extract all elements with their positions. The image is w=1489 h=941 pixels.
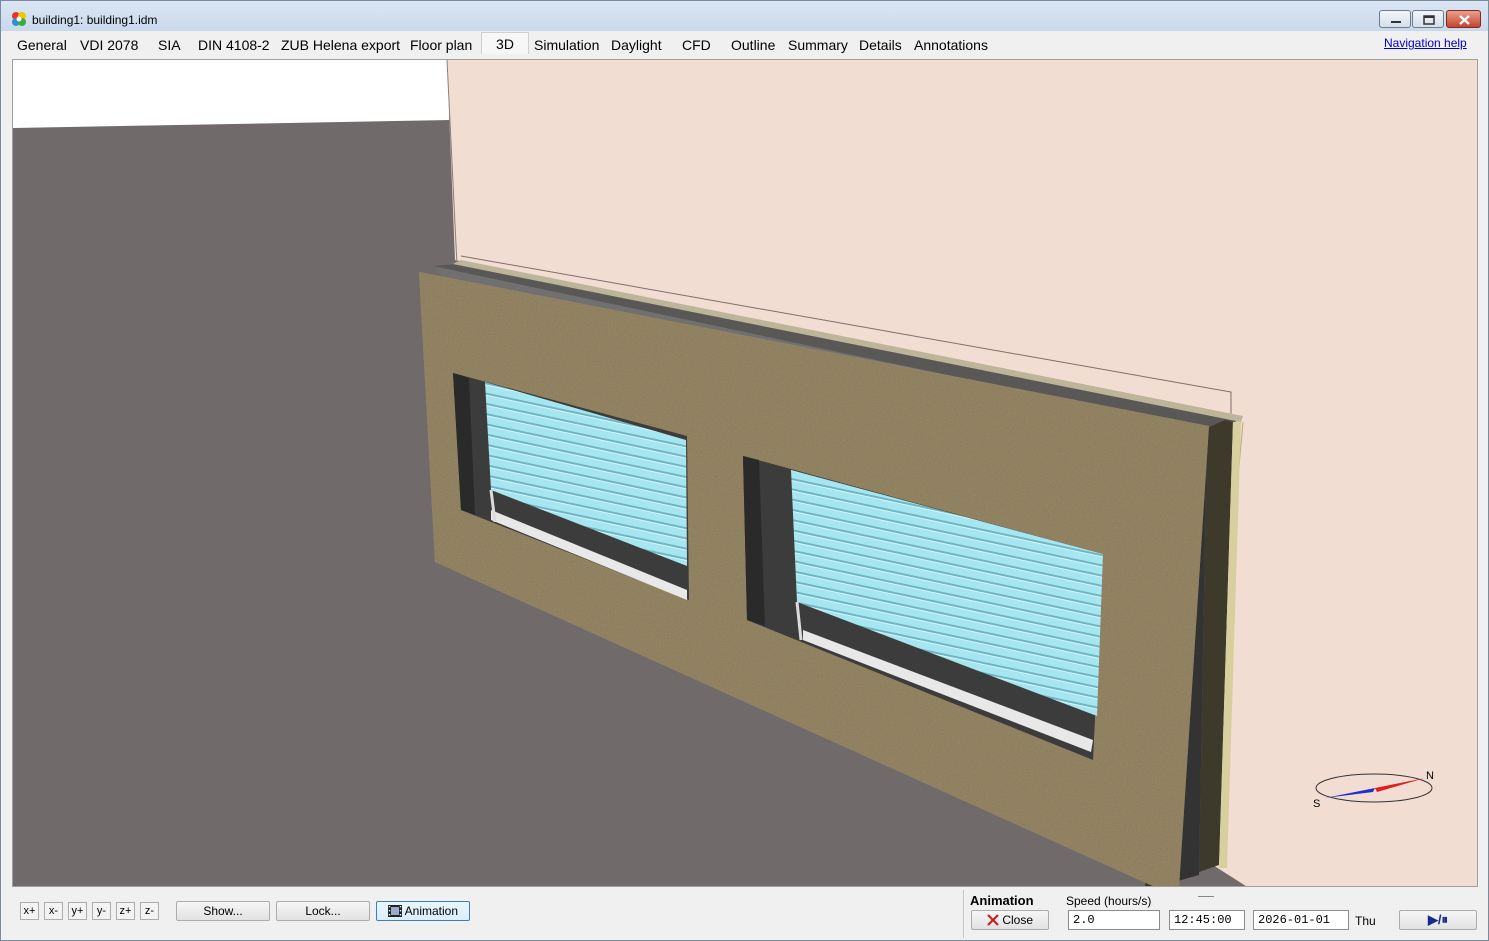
app-flower-icon xyxy=(12,12,26,26)
speed-label: Speed (hours/s) xyxy=(1066,894,1152,908)
tab-vdi-2078[interactable]: VDI 2078 xyxy=(75,34,143,56)
tab-summary[interactable]: Summary xyxy=(783,34,853,56)
play-pause-icon: ▶/⏸ xyxy=(1427,912,1449,927)
lock-button[interactable]: Lock... xyxy=(276,901,370,921)
view-x-plus-button[interactable]: x+ xyxy=(20,902,39,920)
view-z-minus-button[interactable]: z- xyxy=(140,902,159,920)
animation-close-button[interactable]: Close xyxy=(971,910,1049,930)
tab-simulation[interactable]: Simulation xyxy=(529,34,604,56)
animation-panel-title: Animation xyxy=(970,893,1034,908)
app-window: building1: building1.idm General VDI 207… xyxy=(0,0,1489,941)
tab-daylight[interactable]: Daylight xyxy=(606,34,667,56)
date-input[interactable]: 2026-01-01 xyxy=(1253,910,1349,930)
weekday-label: Thu xyxy=(1355,914,1376,928)
tab-bar: General VDI 2078 SIA DIN 4108-2 ZUB Hele… xyxy=(1,32,1488,57)
view-z-plus-button[interactable]: z+ xyxy=(116,902,135,920)
window-title: building1: building1.idm xyxy=(32,13,158,27)
view-x-minus-button[interactable]: x- xyxy=(44,902,63,920)
tab-din-4108-2[interactable]: DIN 4108-2 xyxy=(193,34,275,56)
tab-annotations[interactable]: Annotations xyxy=(909,34,993,56)
tab-floor-plan[interactable]: Floor plan xyxy=(405,34,477,56)
minimize-button[interactable] xyxy=(1379,10,1411,28)
tab-details[interactable]: Details xyxy=(854,34,907,56)
view-y-minus-button[interactable]: y- xyxy=(92,902,111,920)
animation-close-label: Close xyxy=(1002,913,1034,927)
time-input[interactable]: 12:45:00 xyxy=(1169,910,1245,930)
compass-south-label: S xyxy=(1313,798,1321,810)
minimize-icon xyxy=(1391,21,1401,23)
tab-cfd[interactable]: CFD xyxy=(677,34,716,56)
view-y-plus-button[interactable]: y+ xyxy=(68,902,87,920)
tab-general[interactable]: General xyxy=(12,34,72,56)
speed-slider-handle[interactable] xyxy=(1198,896,1214,897)
tab-zub-helena-export[interactable]: ZUB Helena export xyxy=(276,34,405,56)
play-pause-button[interactable]: ▶/⏸ xyxy=(1399,910,1477,930)
navigation-help-link[interactable]: Navigation help xyxy=(1384,36,1467,50)
restore-button[interactable] xyxy=(1412,10,1444,28)
tab-3d[interactable]: 3D xyxy=(481,32,529,54)
3d-viewport[interactable]: N S xyxy=(12,59,1478,887)
speed-input[interactable]: 2.0 xyxy=(1068,910,1160,930)
animation-panel: Animation Close Speed (hours/s) 2.0 12:4… xyxy=(963,890,1489,938)
bottom-toolbar: x+ x- y+ y- z+ z- Show... Lock... Animat… xyxy=(1,888,1488,940)
restore-icon xyxy=(1423,15,1435,25)
tab-outline[interactable]: Outline xyxy=(726,34,780,56)
title-bar: building1: building1.idm xyxy=(1,1,1488,31)
animation-button[interactable]: Animation xyxy=(376,901,470,921)
compass-north-label: N xyxy=(1426,770,1434,782)
sky-area xyxy=(13,60,449,130)
3d-scene xyxy=(13,60,1477,886)
show-button[interactable]: Show... xyxy=(176,901,270,921)
close-x-icon xyxy=(987,914,999,926)
close-icon xyxy=(1459,15,1470,25)
tab-sia[interactable]: SIA xyxy=(153,34,186,56)
animation-button-label: Animation xyxy=(404,904,459,918)
film-icon xyxy=(387,905,402,917)
close-window-button[interactable] xyxy=(1446,10,1481,28)
